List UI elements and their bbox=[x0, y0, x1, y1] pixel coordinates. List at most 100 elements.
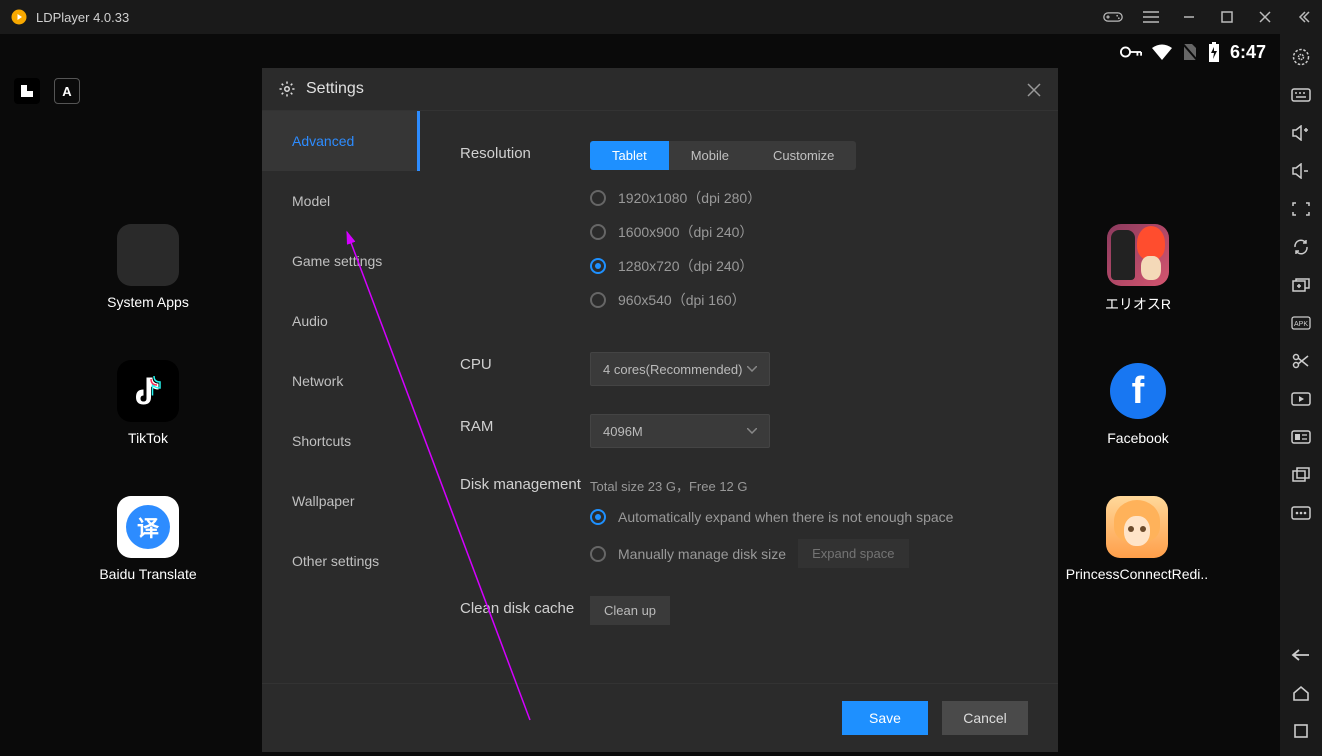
back-icon[interactable] bbox=[1286, 642, 1316, 668]
app-label: Baidu Translate bbox=[98, 566, 198, 582]
gear-icon bbox=[278, 80, 296, 98]
resolution-mode-segment: Tablet Mobile Customize bbox=[590, 141, 856, 170]
app-elios[interactable]: エリオスR bbox=[1088, 224, 1188, 314]
tab-other-settings[interactable]: Other settings bbox=[262, 531, 420, 591]
shared-folder-icon[interactable] bbox=[1286, 462, 1316, 488]
apk-icon[interactable]: APK bbox=[1286, 310, 1316, 336]
tab-label: Advanced bbox=[292, 133, 354, 149]
app-label: PrincessConnectRedi.. bbox=[1062, 566, 1212, 582]
cancel-button[interactable]: Cancel bbox=[942, 701, 1028, 735]
ram-label: RAM bbox=[460, 414, 590, 435]
app-tiktok[interactable]: TikTok bbox=[98, 360, 198, 446]
radio-icon bbox=[590, 224, 606, 240]
app-facebook[interactable]: f Facebook bbox=[1088, 360, 1188, 446]
select-value: 4 cores(Recommended) bbox=[603, 362, 742, 377]
radio-icon bbox=[590, 292, 606, 308]
clean-up-button[interactable]: Clean up bbox=[590, 596, 670, 625]
status-time: 6:47 bbox=[1230, 42, 1266, 63]
keyboard-icon[interactable] bbox=[1286, 82, 1316, 108]
settings-modal: Settings Advanced Model Game settings Au… bbox=[262, 68, 1058, 752]
battery-icon bbox=[1208, 42, 1220, 62]
vpn-key-icon bbox=[1120, 45, 1142, 59]
tab-game-settings[interactable]: Game settings bbox=[262, 231, 420, 291]
tab-label: Network bbox=[292, 373, 343, 389]
tab-model[interactable]: Model bbox=[262, 171, 420, 231]
radio-icon bbox=[590, 190, 606, 206]
clean-label: Clean disk cache bbox=[460, 596, 590, 617]
tab-label: Model bbox=[292, 193, 330, 209]
chevron-down-icon bbox=[747, 428, 757, 434]
settings-footer: Save Cancel bbox=[262, 683, 1058, 752]
radio-label: 1920x1080（dpi 280） bbox=[618, 188, 761, 208]
sync-icon[interactable] bbox=[1286, 234, 1316, 260]
radio-icon bbox=[590, 509, 606, 525]
cpu-select[interactable]: 4 cores(Recommended) bbox=[590, 352, 770, 386]
radio-icon bbox=[590, 546, 606, 562]
disk-auto-expand[interactable]: Automatically expand when there is not e… bbox=[590, 509, 1018, 525]
radio-label: 1600x900（dpi 240） bbox=[618, 222, 753, 242]
ram-select[interactable]: 4096M bbox=[590, 414, 770, 448]
radio-label: Manually manage disk size bbox=[618, 546, 786, 562]
resolution-label: Resolution bbox=[460, 141, 590, 162]
radio-label: 1280x720（dpi 240） bbox=[618, 256, 753, 276]
disk-label: Disk management bbox=[460, 476, 590, 493]
close-icon[interactable] bbox=[1246, 0, 1284, 34]
disk-info: Total size 23 G，Free 12 G bbox=[590, 476, 1018, 495]
volume-down-icon[interactable] bbox=[1286, 158, 1316, 184]
tab-shortcuts[interactable]: Shortcuts bbox=[262, 411, 420, 471]
resolution-1600x900[interactable]: 1600x900（dpi 240） bbox=[590, 222, 1018, 242]
recents-icon[interactable] bbox=[1286, 718, 1316, 744]
radio-label: 960x540（dpi 160） bbox=[618, 290, 746, 310]
minimize-icon[interactable] bbox=[1170, 0, 1208, 34]
titlebar: LDPlayer 4.0.33 bbox=[0, 0, 1322, 34]
menu-icon[interactable] bbox=[1132, 0, 1170, 34]
wifi-icon bbox=[1152, 44, 1172, 60]
save-button[interactable]: Save bbox=[842, 701, 928, 735]
emulator-desktop: 6:47 A System Apps TikTok 译 Baidu Transl… bbox=[0, 34, 1280, 756]
tab-advanced[interactable]: Advanced bbox=[262, 111, 420, 171]
svg-text:APK: APK bbox=[1294, 321, 1308, 328]
ldplayer-logo-icon bbox=[10, 8, 28, 26]
radio-icon bbox=[590, 258, 606, 274]
app-princess-connect[interactable]: PrincessConnectRedi.. bbox=[1062, 496, 1212, 582]
tab-label: Wallpaper bbox=[292, 493, 355, 509]
gamepad-icon[interactable] bbox=[1094, 0, 1132, 34]
app-label: TikTok bbox=[98, 430, 198, 446]
maximize-icon[interactable] bbox=[1208, 0, 1246, 34]
resolution-1280x720[interactable]: 1280x720（dpi 240） bbox=[590, 256, 1018, 276]
seg-mobile[interactable]: Mobile bbox=[669, 141, 751, 170]
scissors-icon[interactable] bbox=[1286, 348, 1316, 374]
radio-label: Automatically expand when there is not e… bbox=[618, 509, 953, 525]
settings-gear-icon[interactable] bbox=[1286, 44, 1316, 70]
resolution-960x540[interactable]: 960x540（dpi 160） bbox=[590, 290, 1018, 310]
select-value: 4096M bbox=[603, 424, 643, 439]
operation-record-icon[interactable] bbox=[1286, 424, 1316, 450]
app-baidu-translate[interactable]: 译 Baidu Translate bbox=[98, 496, 198, 582]
seg-tablet[interactable]: Tablet bbox=[590, 141, 669, 170]
more-icon[interactable] bbox=[1286, 500, 1316, 526]
android-statusbar: 6:47 bbox=[1120, 34, 1280, 70]
app-system-apps[interactable]: System Apps bbox=[98, 224, 198, 310]
toolbar-icon-2[interactable]: A bbox=[54, 78, 80, 104]
fullscreen-icon[interactable] bbox=[1286, 196, 1316, 222]
settings-title: Settings bbox=[306, 80, 364, 98]
settings-close-icon[interactable] bbox=[1022, 78, 1046, 107]
tab-wallpaper[interactable]: Wallpaper bbox=[262, 471, 420, 531]
settings-sidebar: Advanced Model Game settings Audio Netwo… bbox=[262, 111, 420, 683]
collapse-icon[interactable] bbox=[1284, 0, 1322, 34]
app-label: System Apps bbox=[98, 294, 198, 310]
volume-up-icon[interactable] bbox=[1286, 120, 1316, 146]
tab-audio[interactable]: Audio bbox=[262, 291, 420, 351]
seg-customize[interactable]: Customize bbox=[751, 141, 856, 170]
tab-network[interactable]: Network bbox=[262, 351, 420, 411]
home-icon[interactable] bbox=[1286, 680, 1316, 706]
no-sim-icon bbox=[1182, 42, 1198, 62]
disk-manual[interactable]: Manually manage disk size Expand space bbox=[590, 539, 1018, 568]
multi-instance-icon[interactable] bbox=[1286, 272, 1316, 298]
tab-label: Shortcuts bbox=[292, 433, 351, 449]
app-label: Facebook bbox=[1088, 430, 1188, 446]
tab-label: Game settings bbox=[292, 253, 382, 269]
toolbar-icon-1[interactable] bbox=[14, 78, 40, 104]
resolution-1920x1080[interactable]: 1920x1080（dpi 280） bbox=[590, 188, 1018, 208]
record-icon[interactable] bbox=[1286, 386, 1316, 412]
